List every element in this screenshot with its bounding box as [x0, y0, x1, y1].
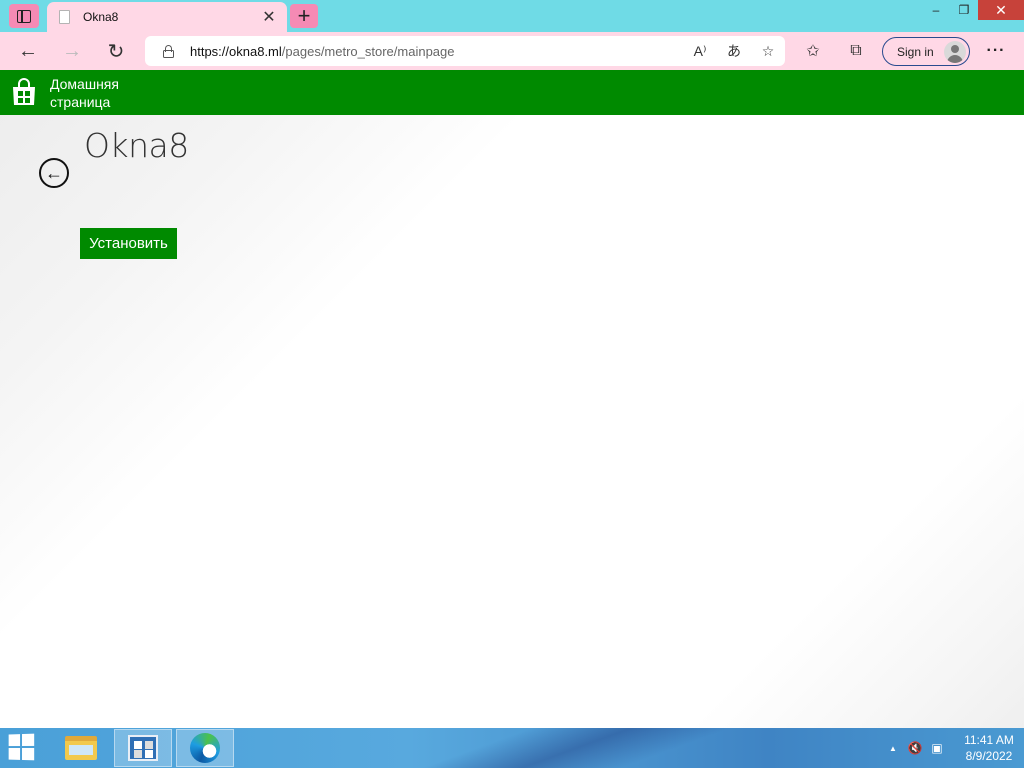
tab-close-button[interactable]: ✕ [257, 5, 281, 29]
start-button[interactable] [8, 733, 39, 762]
edge-icon [190, 733, 220, 763]
minimize-button[interactable]: – [922, 0, 950, 20]
file-explorer-taskbar-button[interactable] [52, 729, 110, 767]
avatar-icon [944, 40, 966, 63]
store-header: Домашняя страница [0, 70, 1024, 115]
close-window-button[interactable]: ✕ [978, 0, 1024, 20]
app-title: Okna8 [84, 126, 189, 165]
add-favorite-icon[interactable]: ☆ [751, 37, 785, 65]
clock-time: 11:41 AM [964, 733, 1014, 747]
browser-toolbar: ← → ↻ https://okna8.ml/pages/metro_store… [0, 32, 1024, 70]
new-tab-button[interactable]: + [290, 4, 318, 28]
lock-icon[interactable] [163, 44, 174, 58]
edge-taskbar-button[interactable] [176, 729, 234, 767]
read-aloud-icon[interactable]: A⁾ [683, 37, 717, 65]
tab-actions-icon [17, 9, 31, 23]
store-bag-icon[interactable] [10, 78, 38, 106]
folder-icon [65, 736, 97, 760]
favorites-icon[interactable]: ✩ [798, 37, 828, 65]
translate-icon[interactable]: あ [717, 37, 751, 65]
taskbar: ▲ 🔇 ▣ 11:41 AM 8/9/2022 [0, 728, 1024, 768]
url-path: /pages/metro_store/mainpage [281, 43, 455, 59]
tab-title: Okna8 [83, 10, 119, 24]
tab-actions-button[interactable] [9, 4, 39, 28]
home-page-link[interactable]: Домашняя страница [50, 75, 140, 111]
title-bar: Okna8 ✕ + – ❐ ✕ [0, 0, 1024, 32]
browser-tab[interactable]: Okna8 ✕ [47, 2, 287, 32]
forward-button[interactable]: → [57, 37, 87, 65]
window-controls: – ❐ ✕ [922, 0, 1024, 22]
clock[interactable]: 11:41 AM 8/9/2022 [954, 732, 1024, 764]
system-tray: ▲ 🔇 ▣ 11:41 AM 8/9/2022 [882, 728, 1024, 768]
volume-muted-icon[interactable]: 🔇 [904, 741, 926, 755]
refresh-button[interactable]: ↻ [101, 37, 131, 65]
control-panel-icon [128, 735, 158, 761]
more-menu-button[interactable]: ··· [982, 37, 1010, 65]
url-host: https://okna8.ml [190, 43, 282, 59]
install-button[interactable]: Установить [80, 228, 177, 259]
sign-in-label: Sign in [897, 44, 934, 59]
page-content: Домашняя страница ← Okna8 Установить [0, 70, 1024, 728]
back-button[interactable]: ← [13, 37, 43, 65]
page-back-button[interactable]: ← [39, 158, 69, 188]
show-hidden-icons-button[interactable]: ▲ [882, 744, 904, 753]
network-icon[interactable]: ▣ [926, 741, 948, 755]
control-panel-taskbar-button[interactable] [114, 729, 172, 767]
clock-date: 8/9/2022 [965, 749, 1013, 763]
sign-in-button[interactable]: Sign in [882, 37, 970, 66]
page-icon [59, 10, 70, 24]
restore-button[interactable]: ❐ [950, 0, 978, 20]
url-text[interactable]: https://okna8.ml/pages/metro_store/mainp… [190, 44, 683, 59]
collections-icon[interactable]: ⧉ [841, 37, 871, 65]
address-bar[interactable]: https://okna8.ml/pages/metro_store/mainp… [145, 36, 785, 66]
